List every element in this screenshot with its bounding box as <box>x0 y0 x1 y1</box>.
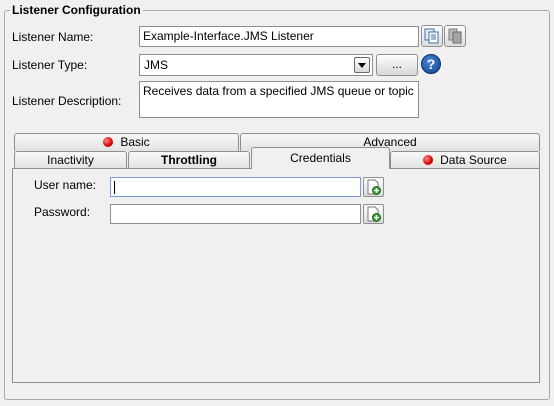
listener-description-label: Listener Description: <box>12 94 122 108</box>
listener-name-label: Listener Name: <box>12 30 94 44</box>
listener-type-value: JMS <box>144 58 168 72</box>
password-label: Password: <box>34 205 91 219</box>
copy-icon <box>424 28 439 44</box>
listener-name-field[interactable]: Example-Interface.JMS Listener <box>139 26 419 47</box>
error-status-icon <box>103 137 114 147</box>
paste-icon <box>448 28 462 44</box>
listener-description-field[interactable]: Receives data from a specified JMS queue… <box>139 81 419 118</box>
password-add-variable-button[interactable] <box>363 204 384 224</box>
add-document-icon <box>367 206 381 222</box>
username-input[interactable] <box>110 177 361 197</box>
credentials-panel: User name: Password: <box>12 168 540 383</box>
tab-credentials[interactable]: Credentials <box>251 147 390 169</box>
section-title: Listener Configuration <box>10 3 143 17</box>
text-caret <box>114 181 115 194</box>
tab-data-source-label: Data Source <box>440 153 507 167</box>
add-document-icon <box>367 179 381 195</box>
tab-credentials-label: Credentials <box>290 151 351 165</box>
paste-button[interactable] <box>444 25 466 47</box>
tab-throttling[interactable]: Throttling <box>128 151 250 169</box>
chevron-down-icon[interactable] <box>354 57 370 73</box>
password-input[interactable] <box>110 204 361 224</box>
tab-basic-label: Basic <box>120 135 150 149</box>
username-add-variable-button[interactable] <box>363 177 384 197</box>
tab-data-source[interactable]: Data Source <box>390 151 540 169</box>
listener-type-select[interactable]: JMS <box>139 54 373 76</box>
listener-type-label: Listener Type: <box>12 58 88 72</box>
copy-button[interactable] <box>421 25 443 47</box>
tab-inactivity-label: Inactivity <box>47 153 94 167</box>
username-label: User name: <box>34 178 97 192</box>
tab-inactivity[interactable]: Inactivity <box>14 151 127 169</box>
tab-basic[interactable]: Basic <box>14 133 239 151</box>
listener-type-browse-button[interactable]: ... <box>376 54 418 76</box>
tab-throttling-label: Throttling <box>161 153 217 167</box>
error-status-icon <box>423 155 434 165</box>
help-icon[interactable]: ? <box>421 54 441 74</box>
